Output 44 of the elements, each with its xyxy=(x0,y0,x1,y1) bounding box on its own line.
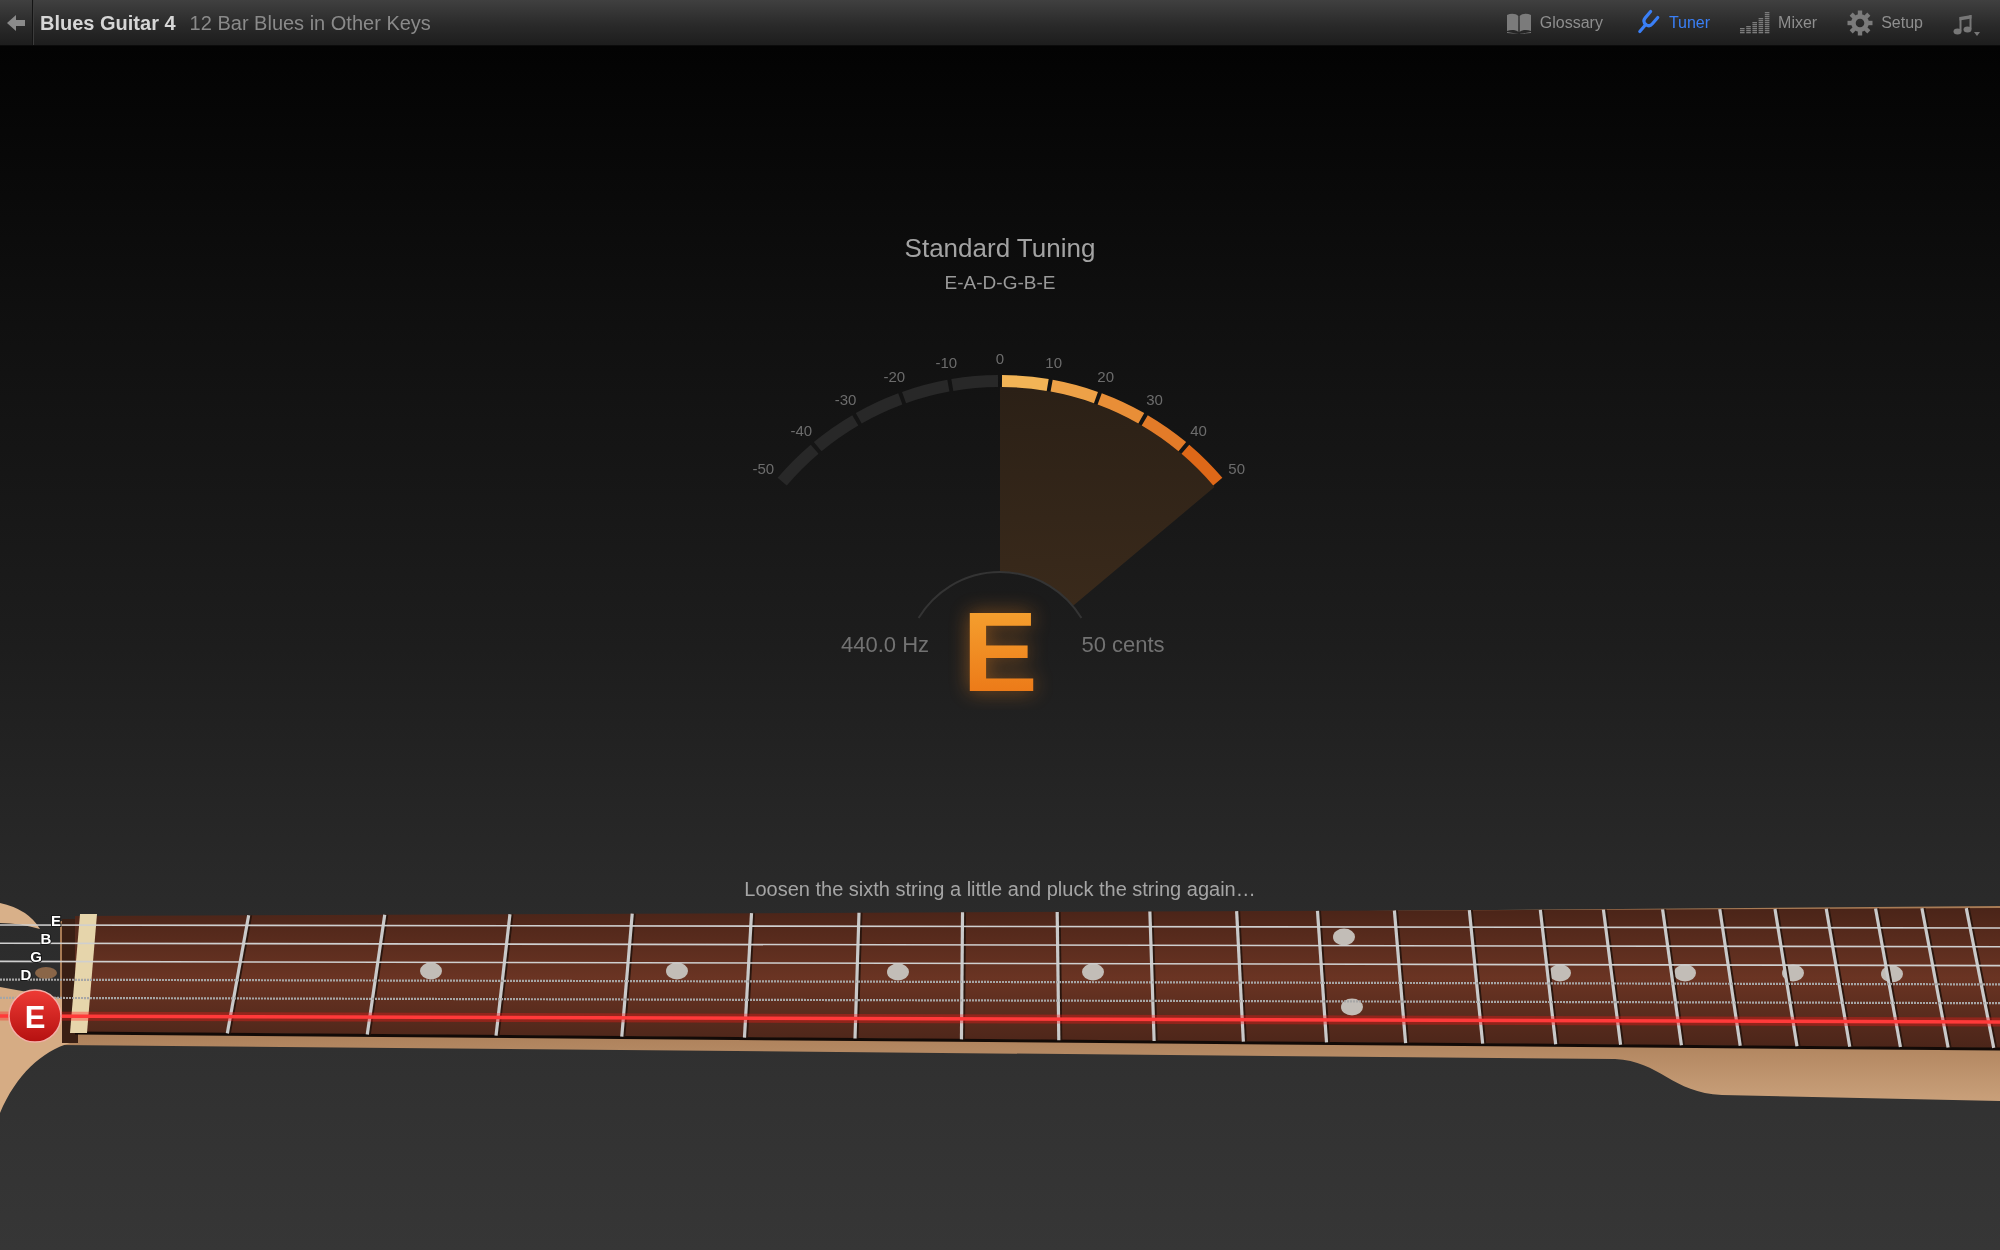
inlay-dot xyxy=(420,962,442,980)
detected-note: E xyxy=(962,589,1038,710)
scale-label: 40 xyxy=(1190,421,1207,439)
app-title: Blues Guitar 4 xyxy=(40,10,176,36)
inlay-dot xyxy=(1082,963,1104,981)
left-arrow-icon xyxy=(6,13,26,32)
scale-label: 10 xyxy=(1045,354,1062,372)
scale-label: 50 xyxy=(1228,459,1246,477)
scale-label: -30 xyxy=(834,390,857,408)
inlay-dot xyxy=(1674,964,1696,982)
inlay-dot xyxy=(666,962,688,980)
cents-reading: 50 cents xyxy=(1081,631,1165,657)
inlay-dot xyxy=(1549,964,1571,982)
string-label: E xyxy=(51,911,61,929)
settings-icon xyxy=(1847,9,1874,36)
scale-label: -20 xyxy=(883,368,906,386)
inlay-dot xyxy=(1341,998,1363,1016)
nav-tab[interactable]: Glossary xyxy=(1505,0,1603,45)
lesson-title: 12 Bar Blues in Other Keys xyxy=(189,10,431,36)
scale-label: -10 xyxy=(935,354,958,372)
inlay-dot xyxy=(887,963,909,981)
nav-tab[interactable]: Mixer xyxy=(1740,0,1818,45)
open-book-icon xyxy=(1505,11,1532,34)
inlay-dot xyxy=(1881,965,1903,983)
selected-string-badge: E xyxy=(8,989,62,1043)
level-bars-icon xyxy=(1740,11,1771,34)
string-label: D xyxy=(20,966,32,984)
instruction-text: Loosen the sixth string a little and pluck the string again… xyxy=(744,877,1256,901)
inlay-dot xyxy=(1333,928,1355,946)
inlay-dot xyxy=(1782,964,1804,982)
tuning-title: Standard Tuning xyxy=(904,233,1096,263)
music-note-icon xyxy=(1953,13,1973,36)
caret-icon xyxy=(1974,31,1980,36)
tuning-notes: E-A-D-G-B-E xyxy=(944,271,1056,295)
scale-label: -50 xyxy=(752,459,775,477)
string-label: B xyxy=(40,929,52,947)
nav-tab[interactable]: Tuner xyxy=(1632,0,1711,45)
scale-label: 0 xyxy=(995,349,1005,367)
frequency-reading: 440.0 Hz xyxy=(840,631,930,657)
string-label: G xyxy=(30,948,42,965)
nav-tab[interactable]: Setup xyxy=(1847,0,1923,45)
scale-label: 30 xyxy=(1146,390,1163,408)
scale-label: -40 xyxy=(790,421,813,439)
scale-label: 20 xyxy=(1097,368,1115,386)
